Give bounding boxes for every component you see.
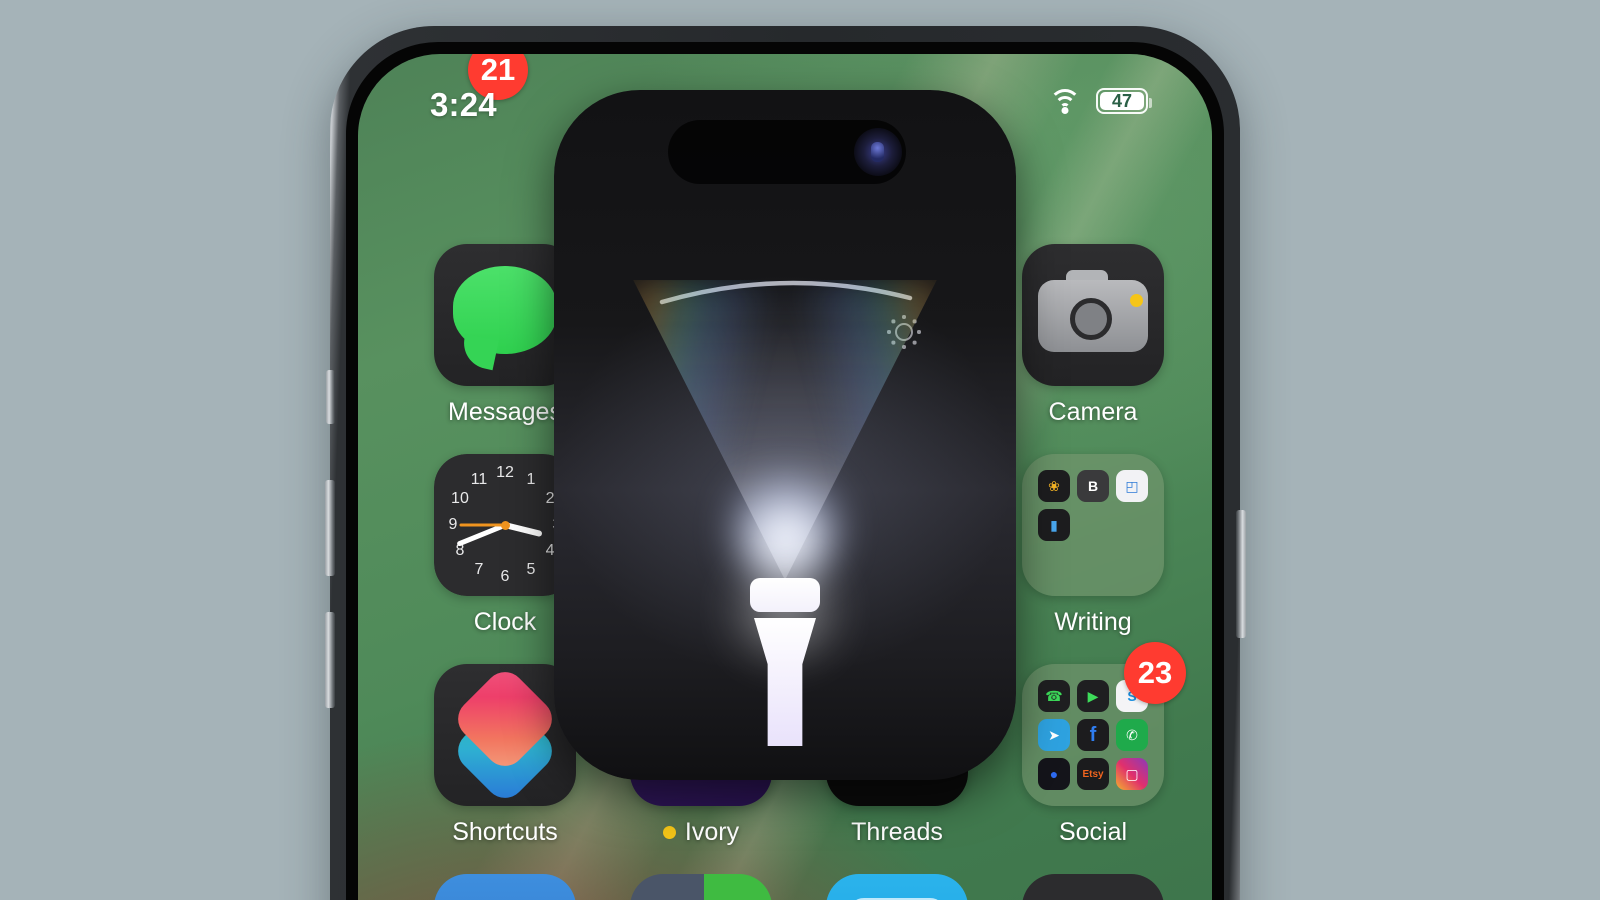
folder-mini-icon-etsy: Etsy: [1077, 758, 1109, 790]
flashlight-torch-icon[interactable]: [716, 556, 854, 746]
camera-indicator-dot: [1130, 294, 1143, 307]
power-button[interactable]: [1236, 510, 1246, 638]
folder-label-writing: Writing: [1054, 608, 1132, 636]
app-icon-partial-3[interactable]: [826, 874, 968, 900]
torch-head: [750, 578, 820, 612]
folder-mini-icon-signal: ●: [1038, 758, 1070, 790]
folder-mini-icon-phone: ☎: [1038, 680, 1070, 712]
app-label-ivory: Ivory: [684, 818, 740, 846]
camera-lens-icon: [1070, 298, 1112, 340]
app-icon-partial-1[interactable]: [434, 874, 576, 900]
front-camera-icon: [854, 128, 902, 176]
clock-numeral: 5: [526, 561, 536, 579]
status-bar-time: 3:24: [430, 86, 497, 123]
volume-up-button[interactable]: [325, 480, 335, 576]
folder-icon-social[interactable]: ☎ ▶ S ➤ f ✆ ● Etsy ▢ 23 Social: [1022, 642, 1186, 847]
clock-numeral: 11: [470, 470, 488, 488]
clock-second-hand: [459, 523, 505, 527]
notification-badge-social: 23: [1124, 642, 1186, 704]
folder-mini-icon-drafts: ◰: [1116, 470, 1148, 502]
folder-mini-icon-facebook: f: [1077, 719, 1109, 751]
clock-numeral: 1: [526, 470, 536, 488]
app-icon-partial-4[interactable]: [1022, 874, 1164, 900]
folder-mini-icon-facetime: ▶: [1077, 680, 1109, 712]
battery-icon: 47: [1096, 88, 1152, 114]
folder-label-social: Social: [1058, 818, 1128, 846]
torch-body: [754, 618, 816, 746]
screenshot-canvas: 3:24 47 Messages 121234567891011: [0, 0, 1600, 900]
folder-icon-writing[interactable]: ❀ B ◰ ▮ Writing: [1022, 454, 1164, 637]
wifi-icon: [1048, 88, 1082, 114]
battery-level-label: 47: [1111, 90, 1133, 111]
camera-icon[interactable]: [1022, 244, 1164, 386]
clock-numeral: 12: [496, 464, 514, 481]
app-label-threads: Threads: [851, 818, 943, 846]
folder-mini-icon-whatsapp: ✆: [1116, 719, 1148, 751]
volume-down-button[interactable]: [325, 612, 335, 708]
folder-mini-icon-ulysses: ❀: [1038, 470, 1070, 502]
writing-folder-tile[interactable]: ❀ B ◰ ▮: [1022, 454, 1164, 596]
message-bubble-icon: [453, 266, 557, 354]
folder-mini-icon-instagram: ▢: [1116, 758, 1148, 790]
app-icon-camera[interactable]: Camera: [1022, 244, 1164, 427]
new-app-dot-icon: [662, 826, 676, 839]
status-bar-indicators: 47: [1048, 88, 1152, 114]
dynamic-island-flashlight-control[interactable]: [554, 90, 1016, 780]
clock-center-pin: [500, 520, 510, 530]
folder-mini-icon-bear: B: [1077, 470, 1109, 502]
folder-mini-icon-telegram: ➤: [1038, 719, 1070, 751]
writing-folder-grid: ❀ B ◰ ▮: [1038, 470, 1148, 580]
social-folder-grid: ☎ ▶ S ➤ f ✆ ● Etsy ▢: [1038, 680, 1148, 790]
silent-switch[interactable]: [326, 370, 335, 424]
folder-mini-icon-books: ▮: [1038, 509, 1070, 541]
clock-numeral: 7: [474, 561, 484, 579]
app-icon-partial-2[interactable]: [630, 874, 772, 900]
app-label-shortcuts: Shortcuts: [452, 818, 558, 846]
app-label-ivory-wrap: Ivory: [630, 818, 772, 847]
app-label-camera: Camera: [1048, 398, 1138, 426]
iphone-screen: 3:24 47 Messages 121234567891011: [358, 54, 1212, 900]
clock-numeral: 6: [500, 568, 510, 585]
clock-numeral: 10: [451, 490, 469, 507]
